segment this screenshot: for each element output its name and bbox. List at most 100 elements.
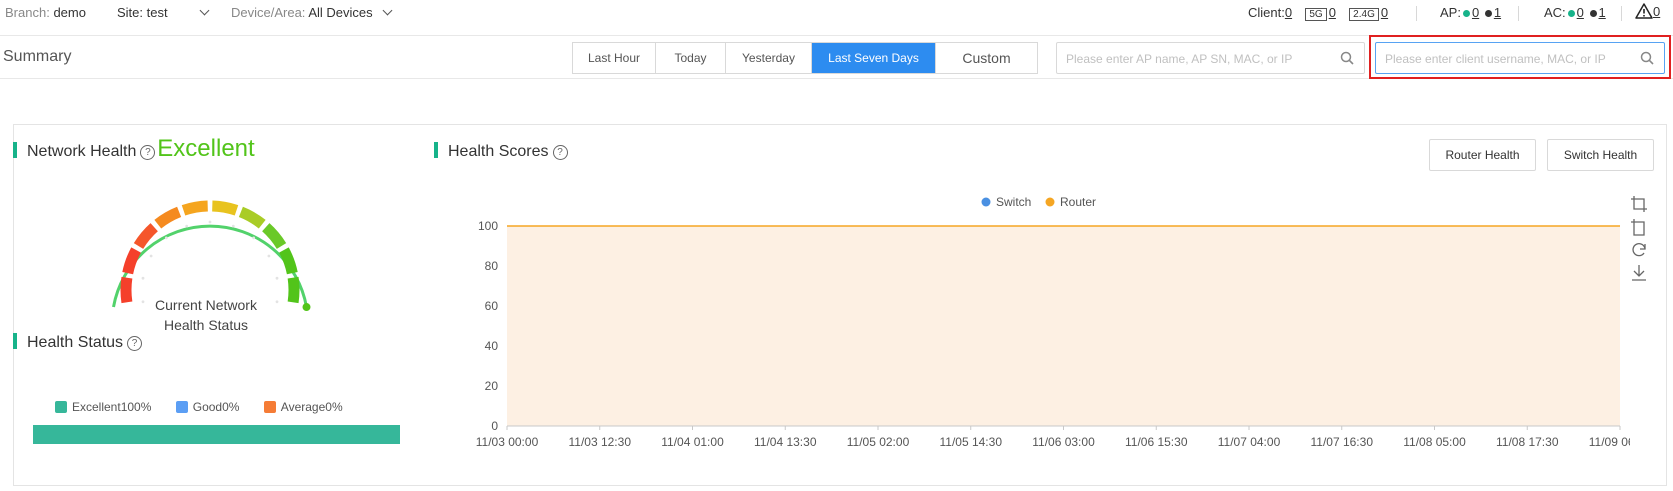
legend-item-average: Average0% — [263, 400, 343, 414]
client-stats: Client:0 5G 0 2.4G 0 — [1248, 5, 1388, 21]
gauge-tick — [141, 276, 145, 280]
ac-label: AC: — [1544, 5, 1566, 20]
x-tick-label: 11/08 17:30 — [1496, 435, 1559, 449]
alarm-indicator[interactable]: 0 — [1635, 3, 1660, 19]
device-area-selector[interactable]: Device/Area: All Devices — [231, 5, 393, 20]
health-status-title: Health Status — [27, 334, 124, 351]
offline-dot-icon — [1484, 9, 1492, 17]
legend-item-router: Router — [1045, 195, 1096, 209]
time-range-tabs: Last Hour Today Yesterday Last Seven Day… — [572, 42, 1038, 74]
tab-last-hour[interactable]: Last Hour — [573, 43, 656, 73]
device-area-label: Device/Area: — [231, 5, 306, 20]
x-tick-label: 11/05 14:30 — [939, 435, 1002, 449]
chevron-down-icon — [382, 5, 393, 16]
switch-health-button[interactable]: Switch Health — [1547, 139, 1654, 171]
online-dot-icon — [1567, 9, 1575, 17]
x-tick-label: 11/07 16:30 — [1310, 435, 1373, 449]
ap-label: AP: — [1440, 5, 1461, 20]
legend-label: Router — [1060, 195, 1096, 209]
band-24g-count-link[interactable]: 0 — [1381, 5, 1388, 20]
x-tick-label: 11/06 15:30 — [1125, 435, 1188, 449]
series-area-router — [507, 226, 1620, 426]
tab-yesterday[interactable]: Yesterday — [726, 43, 812, 73]
gauge-segment — [238, 206, 266, 229]
band-24g-badge: 2.4G — [1349, 8, 1379, 21]
gauge-tick — [231, 224, 235, 228]
alarm-count-link[interactable]: 0 — [1653, 4, 1660, 19]
ac-offline-link[interactable]: 1 — [1599, 5, 1606, 20]
health-status-heading: Health Status? — [13, 333, 143, 352]
legend-label: Switch — [996, 195, 1031, 209]
x-tick-label: 11/06 03:00 — [1032, 435, 1095, 449]
health-status-bar — [33, 425, 400, 444]
site-selector[interactable]: Site: test — [117, 5, 210, 20]
chevron-down-icon — [199, 5, 210, 16]
health-status-legend: Excellent100% Good0% Average0% — [55, 400, 364, 414]
site-label: Site: — [117, 5, 144, 20]
restore-icon[interactable] — [1630, 241, 1648, 259]
ap-stats: AP: 0 1 — [1440, 5, 1501, 20]
y-tick-label: 100 — [478, 219, 498, 233]
legend-item-excellent: Excellent100% — [55, 400, 151, 414]
legend-marker — [1045, 197, 1055, 207]
zoom-icon[interactable] — [1630, 195, 1648, 213]
site-value: test — [146, 5, 168, 20]
health-scores-title: Health Scores — [448, 143, 549, 160]
y-tick-label: 0 — [491, 419, 498, 433]
y-tick-label: 80 — [485, 259, 499, 273]
band-5g-badge: 5G — [1305, 8, 1327, 21]
branch-label: Branch: — [5, 5, 50, 20]
client-label: Client: — [1248, 5, 1285, 20]
legend-swatch — [55, 401, 67, 413]
ac-online-link[interactable]: 0 — [1577, 5, 1584, 20]
divider — [1621, 6, 1622, 21]
legend-value: 0% — [222, 400, 240, 414]
download-icon[interactable] — [1630, 264, 1648, 282]
ap-online-link[interactable]: 0 — [1472, 5, 1479, 20]
health-scores-heading: Health Scores? — [434, 142, 568, 161]
gauge-segment — [278, 247, 298, 275]
y-tick-label: 40 — [485, 339, 499, 353]
legend-item-good: Good0% — [175, 400, 240, 414]
ap-search-input[interactable] — [1064, 49, 1331, 69]
gauge-segment — [154, 206, 182, 229]
help-icon[interactable]: ? — [127, 336, 143, 351]
health-caption-line2: Health Status — [163, 317, 249, 333]
y-tick-label: 20 — [485, 379, 499, 393]
tab-today[interactable]: Today — [656, 43, 726, 73]
section-marker — [13, 142, 17, 158]
gauge-tick — [185, 224, 189, 228]
chart-toolbox — [1630, 195, 1650, 287]
band-5g-count-link[interactable]: 0 — [1329, 5, 1336, 20]
gauge-tick — [164, 236, 168, 240]
legend-swatch — [175, 401, 188, 413]
gauge-tick — [252, 236, 256, 240]
branch-value: demo — [53, 5, 86, 20]
x-tick-label: 11/07 04:00 — [1218, 435, 1281, 449]
gauge-segment — [122, 247, 142, 275]
ap-search-box — [1056, 42, 1365, 74]
x-tick-label: 11/09 06:00 — [1589, 435, 1630, 449]
gauge-segment — [133, 223, 158, 250]
x-tick-label: 11/04 01:00 — [661, 435, 724, 449]
gauge-segment — [262, 223, 287, 250]
ac-stats: AC: 0 1 — [1544, 5, 1606, 20]
search-icon[interactable] — [1340, 51, 1354, 65]
legend-swatch — [263, 401, 276, 413]
divider — [1416, 6, 1417, 21]
x-tick-label: 11/03 12:30 — [568, 435, 631, 449]
warning-icon — [1635, 3, 1653, 19]
divider — [1518, 6, 1519, 21]
legend-label: Good — [192, 400, 223, 414]
tab-custom[interactable]: Custom — [936, 43, 1037, 73]
tab-last-seven-days[interactable]: Last Seven Days — [812, 43, 936, 73]
zoom-reset-icon[interactable] — [1630, 218, 1648, 236]
router-health-button[interactable]: Router Health — [1429, 139, 1536, 171]
branch-selector[interactable]: Branch: demo — [5, 5, 86, 20]
gauge-tick — [275, 276, 279, 280]
client-count-link[interactable]: 0 — [1285, 5, 1292, 20]
ap-offline-link[interactable]: 1 — [1494, 5, 1501, 20]
help-icon[interactable]: ? — [552, 145, 568, 160]
gauge-segment — [181, 200, 209, 216]
section-marker — [434, 142, 438, 158]
